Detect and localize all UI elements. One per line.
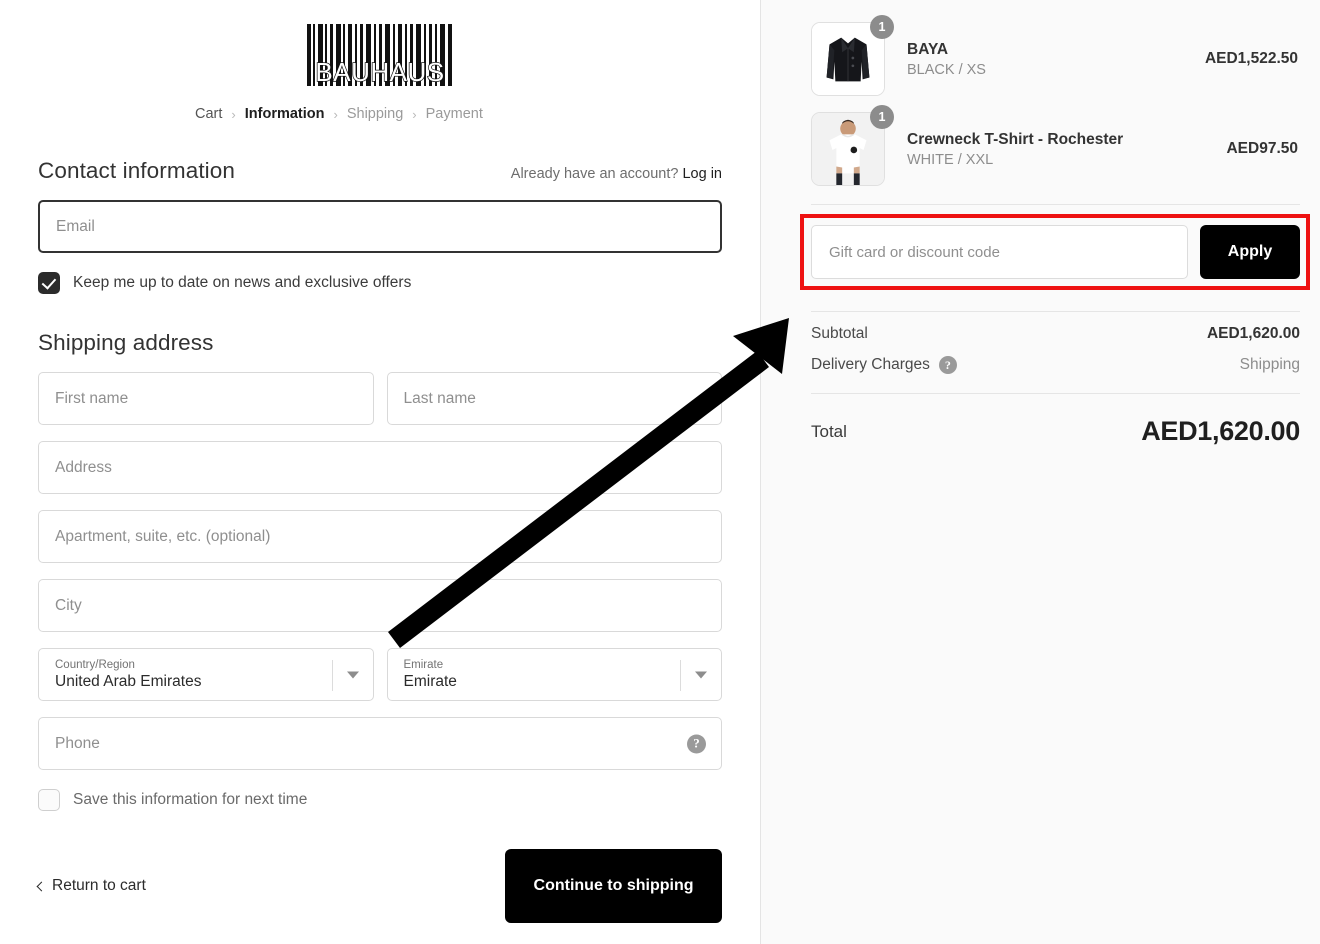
discount-code-row: Gift card or discount code Apply: [811, 225, 1300, 279]
barcode-logo-icon: BAUHAUS: [301, 18, 459, 92]
newsletter-checkbox-row[interactable]: Keep me up to date on news and exclusive…: [38, 272, 722, 294]
page-title: Contact information: [38, 158, 235, 183]
country-value: United Arab Emirates: [55, 672, 202, 690]
return-to-cart-link[interactable]: Return to cart: [36, 877, 146, 895]
breadcrumb-item-cart[interactable]: Cart: [195, 106, 222, 122]
discount-code-placeholder: Gift card or discount code: [829, 243, 1000, 261]
chevron-right-icon: ›: [231, 106, 236, 122]
apply-discount-button[interactable]: Apply: [1200, 225, 1300, 279]
city-field[interactable]: City: [38, 579, 722, 632]
select-divider: [680, 660, 681, 691]
country-label: Country/Region: [55, 658, 135, 671]
first-name-placeholder: First name: [55, 389, 129, 407]
delivery-help-icon[interactable]: ?: [938, 356, 957, 374]
save-info-label: Save this information for next time: [73, 791, 308, 808]
product-variant: WHITE / XXL: [907, 151, 994, 168]
product-price: AED1,522.50: [1204, 50, 1298, 67]
email-field[interactable]: Email: [38, 200, 722, 253]
chevron-right-icon: ›: [412, 106, 417, 122]
chevron-down-icon[interactable]: [695, 671, 707, 678]
phone-placeholder: Phone: [55, 734, 100, 752]
newsletter-checkbox[interactable]: [38, 272, 60, 294]
delivery-charges-row: Delivery Charges ? Shipping: [811, 356, 1300, 374]
product-name: Crewneck T-Shirt - Rochester: [907, 130, 1124, 148]
subtotal-label: Subtotal: [811, 325, 868, 342]
chevron-left-icon: [36, 881, 47, 891]
email-placeholder: Email: [56, 217, 95, 235]
totals-divider-top: [811, 311, 1300, 312]
country-emirate-row: Country/Region United Arab Emirates Emir…: [38, 632, 722, 701]
login-link[interactable]: Log in: [682, 166, 722, 182]
name-row: First name Last name: [38, 356, 722, 425]
svg-text:BAUHAUS: BAUHAUS: [315, 57, 444, 87]
breadcrumb-item-shipping: Shipping: [346, 106, 404, 122]
address-placeholder: Address: [55, 458, 112, 476]
total-row: Total AED1,620.00: [811, 416, 1300, 447]
help-icon[interactable]: ?: [687, 734, 706, 753]
address-field[interactable]: Address: [38, 441, 722, 494]
apartment-placeholder: Apartment, suite, etc. (optional): [55, 527, 271, 545]
account-prompt: Already have an account? Log in: [511, 166, 722, 182]
product-thumbnail-wrap[interactable]: 1: [811, 15, 894, 96]
discount-code-input[interactable]: Gift card or discount code: [811, 225, 1188, 279]
total-value: AED1,620.00: [1141, 416, 1300, 446]
select-divider: [331, 660, 333, 691]
checkout-form-column: BAUHAUS Cart › Information › Shipping › …: [0, 0, 760, 944]
return-to-cart-label: Return to cart: [52, 877, 146, 894]
checkout-page: BAUHAUS Cart › Information › Shipping › …: [0, 0, 1320, 944]
form-actions: Return to cart Continue to shipping: [36, 849, 722, 923]
product-variant: BLACK / XS: [907, 61, 986, 78]
emirate-label: Emirate: [403, 658, 444, 671]
save-info-checkbox-row[interactable]: Save this information for next time: [38, 789, 722, 811]
newsletter-label: Keep me up to date on news and exclusive…: [73, 274, 412, 291]
quantity-badge: 1: [870, 15, 894, 39]
breadcrumb-item-payment: Payment: [425, 106, 483, 122]
breadcrumb: Cart › Information › Shipping › Payment: [38, 106, 722, 122]
save-info-checkbox[interactable]: [38, 789, 60, 811]
chevron-right-icon: ›: [333, 106, 338, 122]
order-line-item: 1 BAYA BLACK / XS AED1,522.50: [811, 15, 1300, 96]
product-thumbnail-wrap[interactable]: 1: [811, 105, 894, 186]
quantity-badge: 1: [870, 105, 894, 129]
order-summary-column: 1 BAYA BLACK / XS AED1,522.50 1 Crewneck…: [760, 0, 1320, 944]
product-price: AED97.50: [1226, 140, 1298, 157]
emirate-stack: Emirate Emirate: [388, 659, 457, 690]
delivery-charges-label-wrap: Delivery Charges ?: [811, 356, 957, 374]
chevron-down-icon[interactable]: [346, 671, 359, 678]
first-name-field[interactable]: First name: [38, 372, 374, 425]
shipping-address-title: Shipping address: [38, 330, 214, 355]
emirate-select[interactable]: Emirate Emirate: [386, 648, 722, 701]
product-info: Crewneck T-Shirt - Rochester WHITE / XXL: [885, 131, 1226, 168]
country-select[interactable]: Country/Region United Arab Emirates: [38, 648, 374, 701]
contact-information-header: Contact information Already have an acco…: [38, 158, 722, 184]
store-logo[interactable]: BAUHAUS: [38, 0, 722, 92]
totals-divider-bottom: [811, 393, 1300, 394]
subtotal-row: Subtotal AED1,620.00: [811, 325, 1300, 343]
subtotal-value: AED1,620.00: [1206, 325, 1300, 342]
city-placeholder: City: [55, 596, 82, 614]
product-name: BAYA: [907, 40, 949, 58]
account-prompt-text: Already have an account?: [510, 166, 679, 182]
emirate-value: Emirate: [403, 672, 457, 690]
country-stack: Country/Region United Arab Emirates: [39, 659, 201, 690]
delivery-charges-label: Delivery Charges: [811, 356, 930, 373]
phone-field[interactable]: Phone ?: [38, 717, 722, 770]
order-line-item: 1 Crewneck T-Shirt - Rochester WHITE / X…: [811, 105, 1300, 186]
product-info: BAYA BLACK / XS: [885, 41, 1205, 78]
total-label: Total: [811, 421, 847, 441]
apartment-field[interactable]: Apartment, suite, etc. (optional): [38, 510, 722, 563]
shipping-address-header: Shipping address: [38, 330, 722, 356]
last-name-placeholder: Last name: [403, 389, 476, 407]
breadcrumb-item-information[interactable]: Information: [245, 106, 325, 122]
continue-to-shipping-button[interactable]: Continue to shipping: [505, 849, 722, 923]
last-name-field[interactable]: Last name: [386, 372, 722, 425]
delivery-charges-value: Shipping: [1239, 356, 1300, 373]
discount-code-section: Gift card or discount code Apply: [800, 214, 1310, 290]
summary-divider: [811, 204, 1300, 205]
